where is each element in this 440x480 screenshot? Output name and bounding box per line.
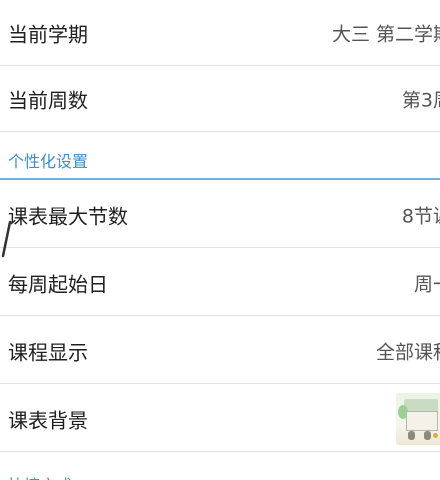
settings-screen: 当前学期 大三 第二学期 当前周数 第3周 个性化设置 课表最大节数 8节课 每… (0, 0, 440, 480)
thumbnail-dot (433, 433, 438, 438)
background-thumbnail[interactable] (396, 393, 440, 445)
setting-row-schedule-background[interactable]: 课表背景 (0, 386, 440, 452)
setting-row-current-week[interactable]: 当前周数 第3周 (0, 66, 440, 132)
setting-value: 周一 (413, 273, 440, 295)
thumbnail-figure (408, 431, 415, 440)
setting-row-max-sections[interactable]: 课表最大节数 8节课 (0, 182, 440, 248)
section-header-next: 快捷方式 (0, 458, 440, 480)
thumbnail-figure (424, 431, 431, 440)
section-header-personalization: 个性化设置 (0, 134, 440, 180)
setting-row-current-semester[interactable]: 当前学期 大三 第二学期 (0, 0, 440, 66)
setting-value: 第3周 (401, 89, 440, 111)
setting-value: 8节课 (401, 205, 440, 227)
setting-value: 全部课程 (375, 341, 440, 363)
setting-row-course-display[interactable]: 课程显示 全部课程 (0, 318, 440, 384)
setting-label: 每周起始日 (8, 272, 108, 296)
thumbnail-house (406, 411, 438, 431)
pen-stroke-mark (1, 220, 12, 258)
setting-value: 大三 第二学期 (331, 23, 440, 45)
section-title: 个性化设置 (8, 152, 89, 171)
setting-row-week-start-day[interactable]: 每周起始日 周一 (0, 250, 440, 316)
setting-label: 课表背景 (8, 408, 88, 432)
setting-label: 课表最大节数 (8, 204, 128, 228)
section-title: 快捷方式 (8, 472, 72, 480)
setting-label: 当前学期 (8, 22, 88, 46)
setting-label: 课程显示 (8, 340, 88, 364)
setting-label: 当前周数 (8, 88, 88, 112)
